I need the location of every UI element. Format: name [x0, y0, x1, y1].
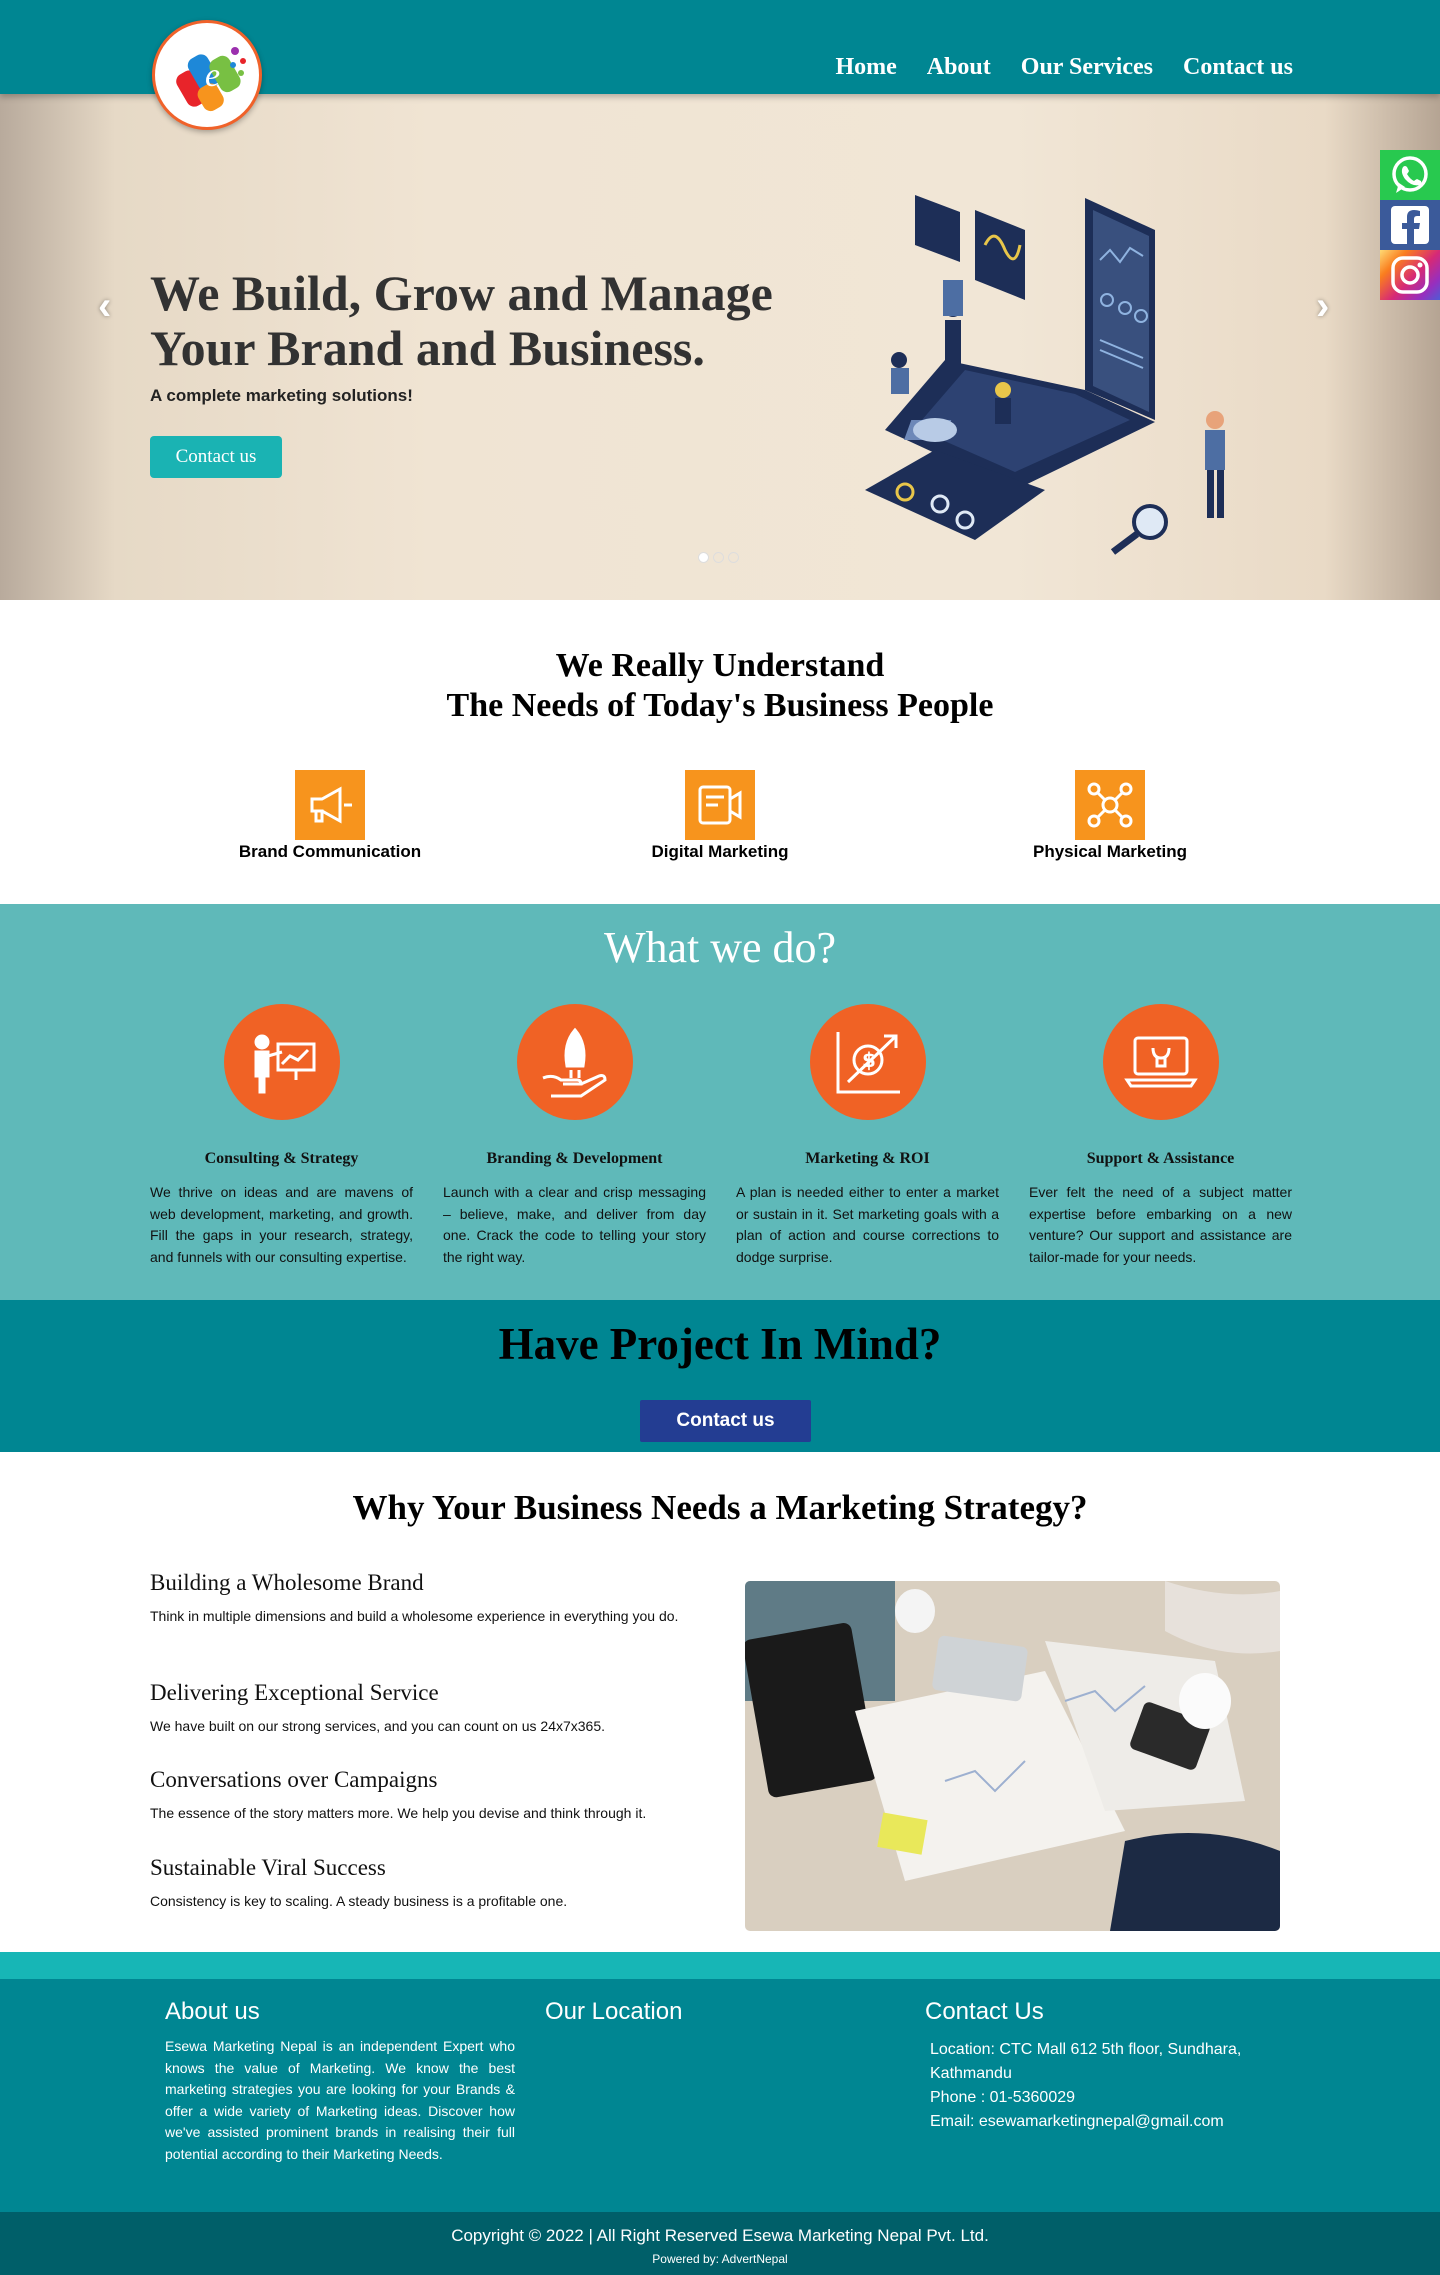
what-we-do-heading: What we do? — [603, 923, 837, 972]
svg-text:e: e — [205, 57, 220, 94]
hero-subtitle: A complete marketing solutions! — [150, 386, 413, 405]
footer-about: About us Esewa Marketing Nepal is an ind… — [165, 1998, 515, 2165]
hero-slider: ‹ › We Build, Grow and Manage Your Brand … — [0, 94, 1440, 600]
laptop-wrench-icon — [1102, 1004, 1219, 1120]
strategy-heading: Why Your Business Needs a Marketing Stra… — [352, 1488, 1088, 1527]
site-footer: About us Esewa Marketing Nepal is an ind… — [0, 1979, 1440, 2212]
service-title: Consulting & Strategy — [204, 1150, 359, 1167]
strategy-item: Conversations over Campaigns The essence… — [150, 1767, 695, 1824]
service-support-assistance: Support & Assistance Ever felt the need … — [1029, 1004, 1292, 1268]
feature-physical-marketing: Physical Marketing — [980, 770, 1240, 862]
nav-home[interactable]: Home — [835, 54, 896, 81]
service-branding-development: Branding & Development Launch with a cle… — [443, 1004, 706, 1268]
service-title: Branding & Development — [486, 1150, 663, 1167]
meeting-desk-photo — [745, 1581, 1280, 1931]
strategy-item-text: We have built on our strong services, an… — [150, 1718, 606, 1734]
footer-contact-title: Contact Us — [925, 1998, 1044, 2025]
understand-heading: We Really Understand The Needs of Today's… — [0, 646, 1440, 726]
nav-our-services[interactable]: Our Services — [1021, 54, 1153, 81]
hero-contact-button[interactable]: Contact us — [150, 436, 282, 478]
social-sidebar — [1380, 150, 1440, 300]
site-header: e Home About Our Services Contact us — [0, 0, 1440, 130]
main-nav: Home About Our Services Contact us — [835, 54, 1293, 81]
footer-about-text: Esewa Marketing Nepal is an independent … — [165, 2038, 515, 2162]
strategy-section: Why Your Business Needs a Marketing Stra… — [0, 1452, 1440, 1952]
strategy-item: Delivering Exceptional Service We have b… — [150, 1680, 695, 1737]
service-text: Ever felt the need of a subject matter e… — [1029, 1184, 1292, 1265]
slider-dot[interactable] — [728, 552, 739, 563]
footer-top-strip — [0, 1952, 1440, 1979]
service-text: A plan is needed either to enter a marke… — [736, 1184, 999, 1265]
isometric-laptop-illustration — [865, 195, 1225, 555]
hero-title: We Build, Grow and Manage Your Brand and … — [150, 266, 830, 376]
footer-location: Our Location — [545, 1998, 682, 2026]
footer-contact: Contact Us Location: CTC Mall 612 5th fl… — [925, 1998, 1285, 2134]
service-text: Launch with a clear and crisp messaging … — [443, 1184, 706, 1265]
strategy-item-text: Consistency is key to scaling. A steady … — [150, 1893, 568, 1909]
strategy-item-heading: Sustainable Viral Success — [150, 1855, 386, 1880]
powered-by-text[interactable]: Powered by: AdvertNepal — [0, 2252, 1440, 2266]
service-title: Support & Assistance — [1086, 1150, 1235, 1167]
strategy-item-heading: Delivering Exceptional Service — [150, 1680, 439, 1705]
hero-title-line1: We Build, Grow and Manage — [150, 265, 773, 321]
hero-title-line2: Your Brand and Business. — [150, 320, 705, 376]
megaphone-icon — [295, 770, 365, 840]
nav-about[interactable]: About — [927, 54, 991, 81]
footer-email[interactable]: Email: esewamarketingnepal@gmail.com — [930, 2113, 1224, 2130]
rocket-hand-icon — [516, 1004, 633, 1120]
next-slide-arrow-icon[interactable]: › — [1316, 284, 1329, 329]
service-text: We thrive on ideas and are mavens of web… — [150, 1184, 413, 1265]
footer-location-title: Our Location — [545, 1998, 683, 2025]
strategy-item-text: The essence of the story matters more. W… — [150, 1805, 647, 1821]
footer-address: Location: CTC Mall 612 5th floor, Sundha… — [930, 2041, 1242, 2082]
project-contact-button[interactable]: Contact us — [640, 1400, 811, 1442]
feature-label: Physical Marketing — [1032, 842, 1187, 861]
footer-phone[interactable]: Phone : 01-5360029 — [930, 2089, 1075, 2106]
understand-line1: We Really Understand — [555, 647, 885, 684]
copyright-bar: Copyright © 2022 | All Right Reserved Es… — [0, 2212, 1440, 2275]
service-consulting-strategy: Consulting & Strategy We thrive on ideas… — [150, 1004, 413, 1268]
understand-section: We Really Understand The Needs of Today's… — [0, 600, 1440, 904]
network-people-icon — [1075, 770, 1145, 840]
strategy-item-heading: Conversations over Campaigns — [150, 1767, 438, 1792]
strategy-item: Building a Wholesome Brand Think in mult… — [150, 1570, 695, 1627]
nav-contact-us[interactable]: Contact us — [1183, 54, 1293, 81]
slider-dot[interactable] — [698, 552, 709, 563]
what-we-do-section: What we do? Consulting & Strategy We thr… — [0, 904, 1440, 1300]
brand-logo[interactable]: e — [152, 20, 262, 130]
footer-about-title: About us — [165, 1998, 260, 2025]
understand-line2: The Needs of Today's Business People — [446, 687, 994, 724]
feature-digital-marketing: Digital Marketing — [590, 770, 850, 862]
slider-dot[interactable] — [713, 552, 724, 563]
digital-marketing-icon — [685, 770, 755, 840]
instagram-icon[interactable] — [1380, 250, 1440, 300]
service-marketing-roi: $ Marketing & ROI A plan is needed eithe… — [736, 1004, 999, 1268]
strategy-item: Sustainable Viral Success Consistency is… — [150, 1855, 695, 1912]
prev-slide-arrow-icon[interactable]: ‹ — [98, 284, 111, 329]
slider-dots — [698, 552, 739, 563]
service-title: Marketing & ROI — [805, 1150, 930, 1167]
roi-chart-icon: $ — [809, 1004, 926, 1120]
feature-label: Brand Communication — [238, 842, 422, 861]
project-cta-section: Have Project In Mind? Contact us — [0, 1300, 1440, 1452]
project-heading: Have Project In Mind? — [498, 1319, 942, 1369]
facebook-icon[interactable] — [1380, 200, 1440, 250]
strategy-item-heading: Building a Wholesome Brand — [150, 1570, 424, 1595]
feature-label: Digital Marketing — [651, 842, 789, 861]
feature-brand-communication: Brand Communication — [200, 770, 460, 862]
strategy-item-text: Think in multiple dimensions and build a… — [150, 1608, 679, 1624]
whatsapp-icon[interactable] — [1380, 150, 1440, 200]
copyright-text: Copyright © 2022 | All Right Reserved Es… — [451, 2226, 989, 2245]
presentation-icon — [223, 1004, 340, 1120]
footer-contact-details: Location: CTC Mall 612 5th floor, Sundha… — [925, 2038, 1285, 2134]
